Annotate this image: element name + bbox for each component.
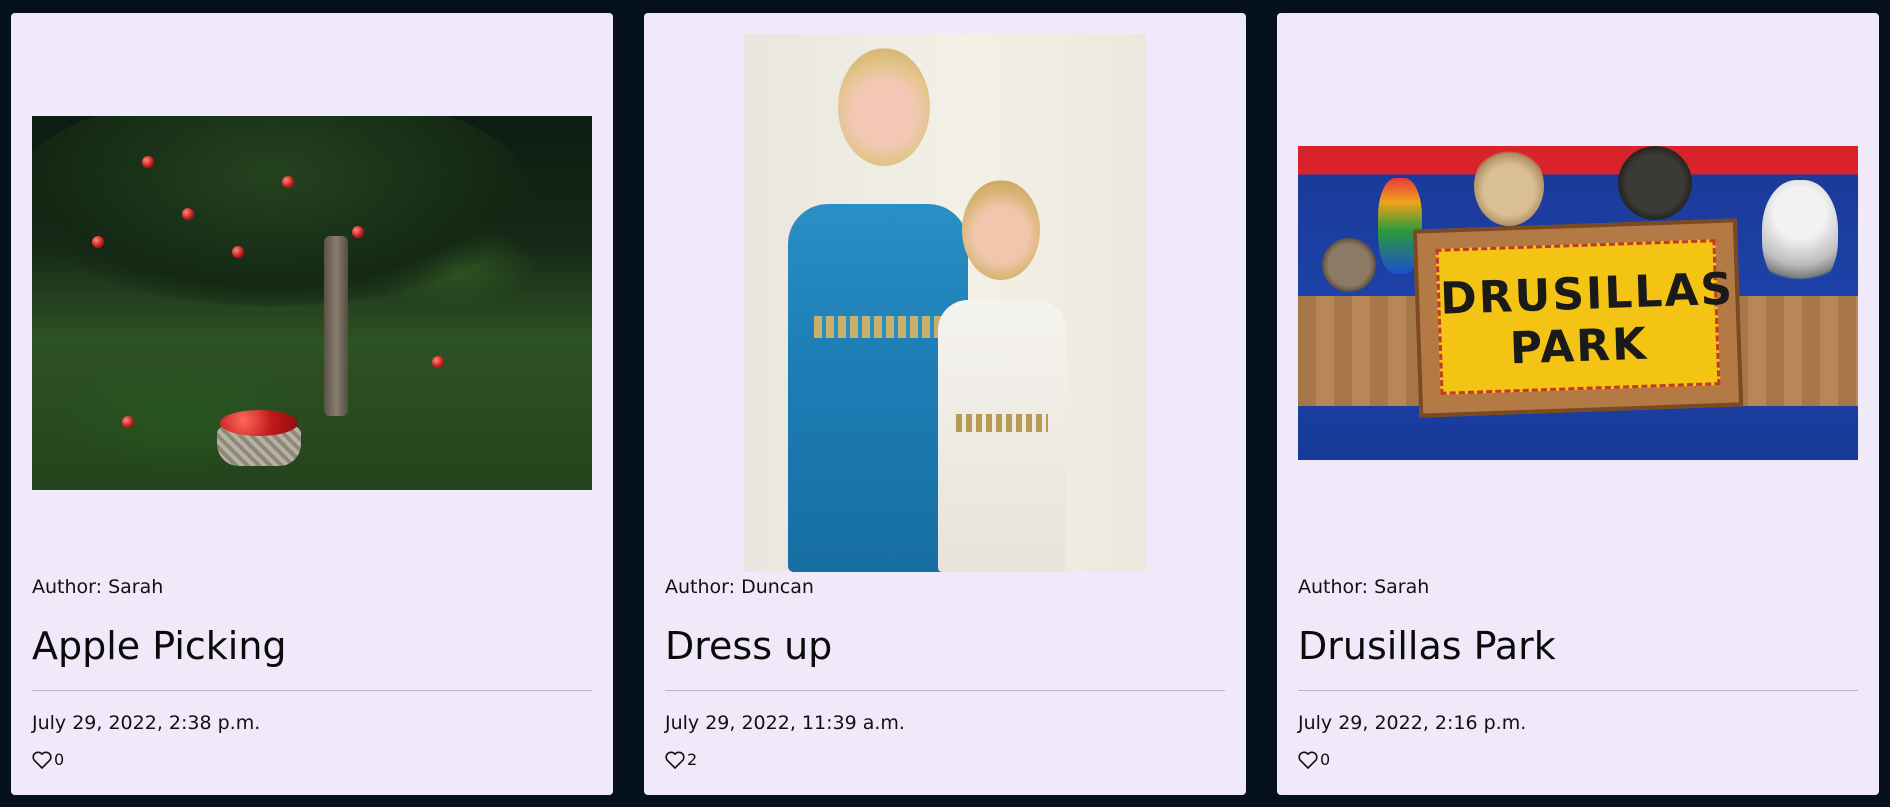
apple	[92, 236, 104, 248]
post-date: July 29, 2022, 11:39 a.m.	[665, 712, 905, 734]
post-author: Author: Sarah	[32, 576, 164, 598]
apple	[182, 208, 194, 220]
apple	[282, 176, 294, 188]
dress-belt	[814, 316, 944, 338]
like-button[interactable]: 0	[32, 750, 64, 769]
post-card[interactable]: Author: Sarah Apple Picking July 29, 202…	[11, 13, 613, 795]
post-image-container	[32, 34, 592, 572]
otter	[1322, 238, 1376, 292]
monkey	[1618, 146, 1692, 220]
apple	[122, 416, 134, 428]
heart-outline-icon[interactable]	[665, 751, 685, 769]
post-title[interactable]: Apple Picking	[32, 624, 287, 668]
post-image-container	[665, 34, 1225, 572]
divider	[1298, 690, 1858, 691]
basket-apples	[220, 410, 298, 436]
post-image[interactable]	[744, 34, 1146, 572]
tree-trunk	[324, 236, 348, 416]
post-image[interactable]: DRUSILLAS PARK	[1298, 146, 1858, 460]
post-card[interactable]: Author: Duncan Dress up July 29, 2022, 1…	[644, 13, 1246, 795]
post-title[interactable]: Dress up	[665, 624, 832, 668]
like-button[interactable]: 2	[665, 750, 697, 769]
girl-head	[962, 180, 1040, 280]
sign-panel: DRUSILLAS PARK	[1435, 239, 1735, 395]
apple	[142, 156, 154, 168]
post-author: Author: Duncan	[665, 576, 814, 598]
like-count: 0	[1320, 750, 1331, 769]
park-sign: DRUSILLAS PARK	[1412, 218, 1744, 418]
post-title[interactable]: Drusillas Park	[1298, 624, 1556, 668]
like-count: 0	[54, 750, 65, 769]
like-button[interactable]: 0	[1298, 750, 1330, 769]
apple	[432, 356, 444, 368]
sign-text: DRUSILLAS PARK	[1439, 263, 1735, 375]
post-image-container: DRUSILLAS PARK	[1298, 34, 1858, 572]
divider	[32, 690, 592, 691]
post-image[interactable]	[32, 116, 592, 490]
heart-outline-icon[interactable]	[1298, 751, 1318, 769]
post-date: July 29, 2022, 2:38 p.m.	[32, 712, 261, 734]
apple	[352, 226, 364, 238]
tree-canopy	[32, 116, 532, 306]
girl-head	[838, 48, 930, 166]
lemur	[1762, 180, 1838, 290]
like-count: 2	[687, 750, 698, 769]
fennec-fox	[1474, 146, 1544, 226]
heart-outline-icon[interactable]	[32, 751, 52, 769]
post-card[interactable]: DRUSILLAS PARK Author: Sarah Drusillas P…	[1277, 13, 1879, 795]
dress-belt	[956, 414, 1048, 432]
post-author: Author: Sarah	[1298, 576, 1430, 598]
post-date: July 29, 2022, 2:16 p.m.	[1298, 712, 1527, 734]
divider	[665, 690, 1225, 691]
white-dress	[938, 300, 1066, 572]
apple	[232, 246, 244, 258]
